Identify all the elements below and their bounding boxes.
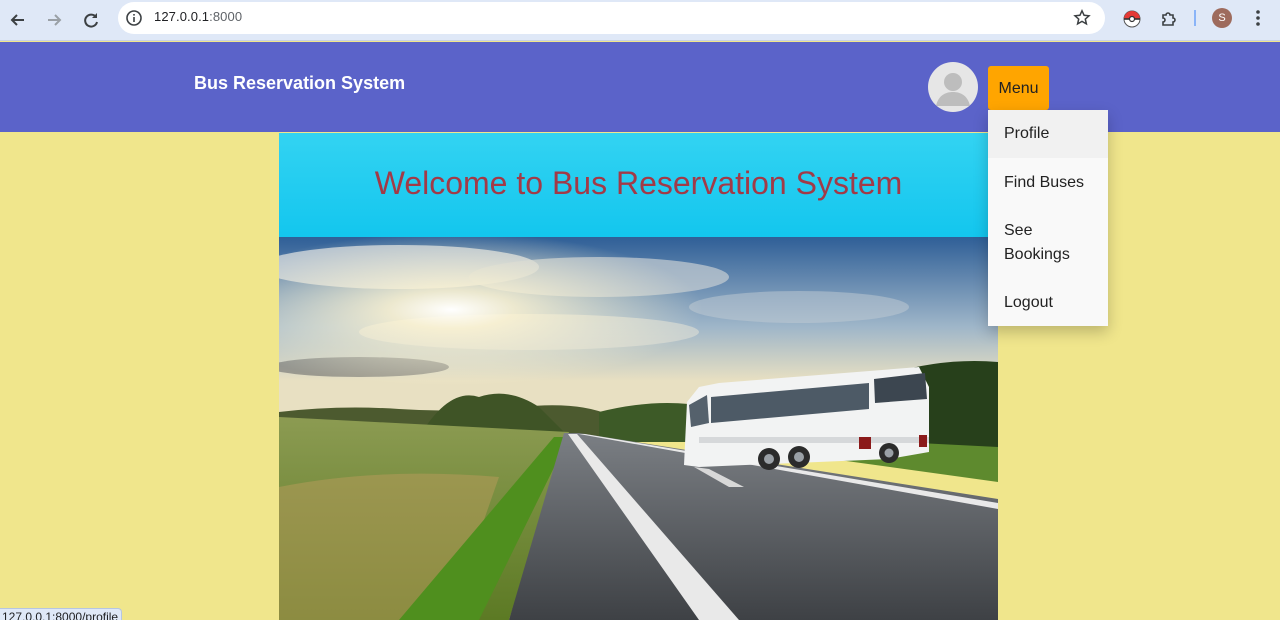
user-silhouette-icon (936, 73, 970, 106)
status-url-text: 127.0.0.1:8000/profile (2, 610, 119, 620)
browser-toolbar: 127.0.0.1:8000 S (0, 0, 1280, 41)
welcome-banner: Welcome to Bus Reservation System (279, 133, 998, 237)
menu-dropdown: Profile Find Buses See Bookings Logout (988, 110, 1108, 326)
menu-item-see-bookings[interactable]: See Bookings (988, 206, 1108, 278)
menu-item-logout[interactable]: Logout (988, 278, 1108, 326)
forward-icon[interactable] (43, 9, 65, 31)
menu-button[interactable]: Menu (988, 66, 1049, 110)
site-info-icon[interactable] (125, 9, 143, 27)
extensions-puzzle-icon[interactable] (1159, 9, 1179, 29)
kebab-menu-icon[interactable] (1250, 8, 1266, 28)
url-text: 127.0.0.1:8000 (154, 9, 243, 24)
toolbar-divider (1194, 10, 1196, 26)
reload-icon[interactable] (80, 9, 102, 31)
menu-item-find-buses[interactable]: Find Buses (988, 158, 1108, 206)
welcome-title: Welcome to Bus Reservation System (374, 165, 903, 201)
address-bar[interactable]: 127.0.0.1:8000 (118, 2, 1105, 34)
hero-bus-image (279, 237, 998, 620)
user-avatar[interactable] (928, 62, 978, 112)
link-status-tooltip: 127.0.0.1:8000/profile (0, 608, 122, 620)
back-icon[interactable] (7, 9, 29, 31)
menu-item-profile[interactable]: Profile (988, 110, 1108, 158)
pokeball-extension-icon[interactable] (1122, 9, 1142, 29)
site-title[interactable]: Bus Reservation System (194, 73, 405, 94)
bookmark-star-icon[interactable] (1073, 9, 1091, 27)
browser-profile-avatar[interactable]: S (1212, 8, 1232, 28)
